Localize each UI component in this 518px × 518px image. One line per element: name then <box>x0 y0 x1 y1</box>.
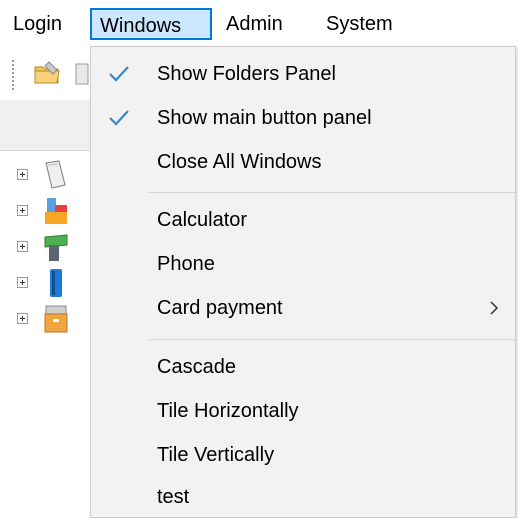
menu-item-label: Cascade <box>157 356 236 378</box>
menu-windows[interactable]: Windows <box>90 8 212 40</box>
expand-icon[interactable] <box>17 241 28 252</box>
checkmark-icon <box>105 60 133 88</box>
document-icon <box>41 159 71 191</box>
menu-item-label: Calculator <box>157 209 248 231</box>
menu-item-label: Tile Horizontally <box>157 400 299 422</box>
tree-node[interactable] <box>17 231 89 265</box>
menu-item-label: Card payment <box>157 297 283 319</box>
pos-terminal-icon <box>41 231 71 263</box>
menu-item-show-folders-panel[interactable]: Show Folders Panel <box>91 53 515 95</box>
expand-icon[interactable] <box>17 169 28 180</box>
chevron-right-icon <box>487 299 501 317</box>
menu-item-label: Phone <box>157 253 215 275</box>
tree-node[interactable] <box>17 159 89 193</box>
expand-icon[interactable] <box>17 313 28 324</box>
menu-separator <box>149 339 515 340</box>
menu-admin[interactable]: Admin <box>226 8 283 40</box>
menu-bar: Login Windows Admin System <box>0 0 518 46</box>
archive-box-icon <box>41 303 71 335</box>
menu-item-close-all-windows[interactable]: Close All Windows <box>91 141 515 183</box>
tree-node[interactable] <box>17 267 89 301</box>
menu-item-calculator[interactable]: Calculator <box>91 199 515 241</box>
menu-item-tile-vertically[interactable]: Tile Vertically <box>91 434 515 476</box>
tree-node[interactable] <box>17 195 89 229</box>
expand-icon[interactable] <box>17 277 28 288</box>
panel-header-strip <box>0 100 90 151</box>
tree-node[interactable] <box>17 303 89 337</box>
menu-item-cascade[interactable]: Cascade <box>91 346 515 388</box>
menu-separator <box>149 192 515 193</box>
menu-item-label: Close All Windows <box>157 151 322 173</box>
menu-item-show-main-button-panel[interactable]: Show main button panel <box>91 97 515 139</box>
menu-item-label: test <box>157 486 190 508</box>
menu-item-label: Show Folders Panel <box>157 63 336 85</box>
menu-item-label: Tile Vertically <box>157 444 275 466</box>
expand-icon[interactable] <box>17 205 28 216</box>
menu-item-tile-horizontally[interactable]: Tile Horizontally <box>91 390 515 432</box>
windows-menu-dropdown: Show Folders Panel Show main button pane… <box>90 46 516 518</box>
folder-icon[interactable] <box>74 58 90 88</box>
checkmark-icon <box>105 104 133 132</box>
menu-item-phone[interactable]: Phone <box>91 243 515 285</box>
menu-item-card-payment[interactable]: Card payment <box>91 287 515 329</box>
menu-login[interactable]: Login <box>13 8 62 40</box>
menu-system[interactable]: System <box>326 8 393 40</box>
menu-item-test[interactable]: test <box>91 476 515 518</box>
folder-edit-icon[interactable] <box>32 58 62 88</box>
products-icon <box>41 195 71 227</box>
menu-item-label: Show main button panel <box>157 107 372 129</box>
toolbar-grip[interactable] <box>12 60 18 90</box>
folder-tree <box>0 151 90 518</box>
card-icon <box>41 267 71 299</box>
